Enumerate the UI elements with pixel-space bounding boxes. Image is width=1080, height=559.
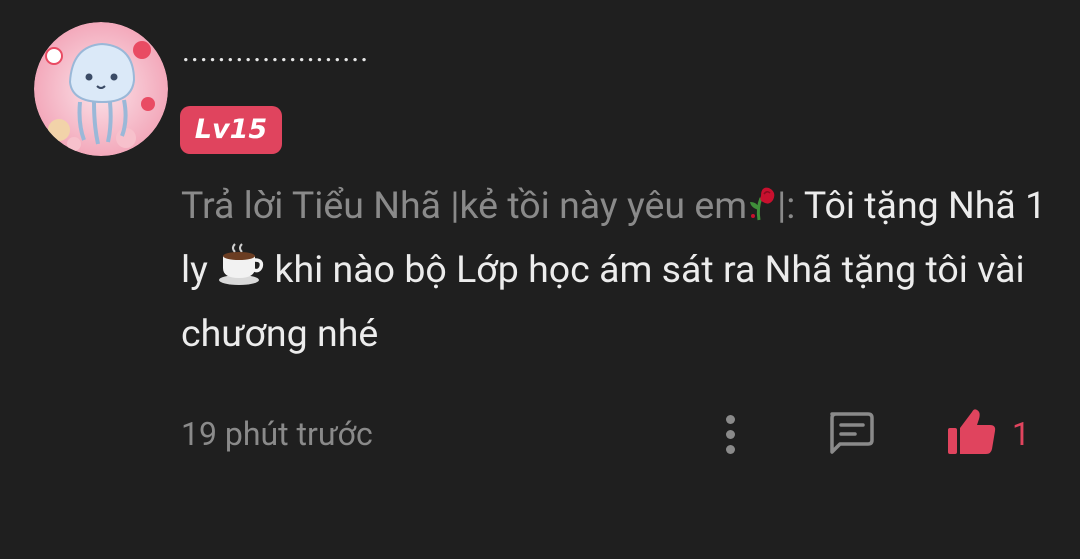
username[interactable]: ..................... xyxy=(182,32,369,72)
thumbs-up-icon xyxy=(948,409,996,454)
comment-text: Trả lời Tiểu Nhã |kẻ tồi này yêu em |: T… xyxy=(181,176,1061,364)
comment-body-part2: khi nào bộ Lớp học ám sát ra Nhã tặng tô… xyxy=(181,248,1025,356)
hot-beverage-icon xyxy=(217,242,265,304)
like-count: 1 xyxy=(1012,415,1030,453)
more-vertical-icon xyxy=(725,414,735,424)
like-button[interactable] xyxy=(944,404,1004,460)
reply-suffix: |: xyxy=(777,184,804,228)
avatar[interactable] xyxy=(34,22,168,156)
reply-button[interactable] xyxy=(822,404,878,460)
reply-prefix[interactable]: Trả lời Tiểu Nhã |kẻ tồi này yêu em xyxy=(181,184,747,228)
comment-icon xyxy=(830,412,874,454)
more-options-button[interactable] xyxy=(714,406,746,462)
timestamp: 19 phút trước xyxy=(181,415,373,453)
wilted-rose-icon xyxy=(747,180,777,240)
level-badge: Lv15 xyxy=(180,106,282,154)
